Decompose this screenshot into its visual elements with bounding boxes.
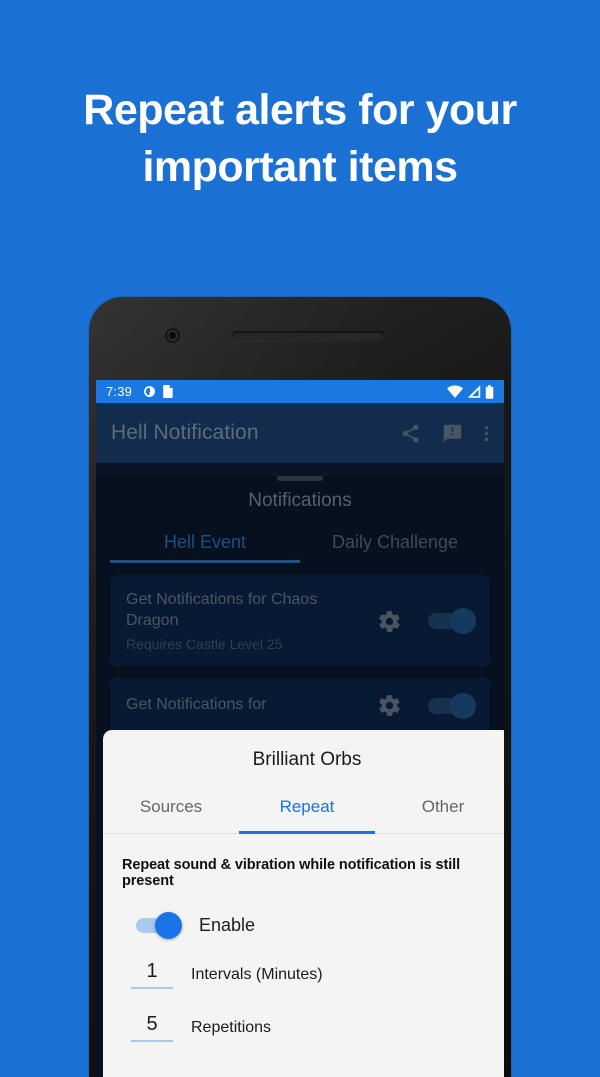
- repeat-description: Repeat sound & vibration while notificat…: [122, 857, 461, 889]
- tab-other-label: Other: [421, 797, 465, 816]
- enable-toggle-thumb: [155, 912, 182, 939]
- app-bar-actions: [400, 423, 489, 444]
- notification-card-title: Get Notifications for Chaos Dragon: [126, 591, 318, 629]
- file-notification-icon: [163, 385, 174, 398]
- bottom-sheet-tabs: Sources Repeat Other: [103, 793, 504, 834]
- tab-repeat[interactable]: Repeat: [239, 793, 375, 834]
- status-bar-notification-icons: [143, 385, 174, 398]
- notification-card-subtitle: Requires Castle Level 25: [126, 636, 283, 653]
- tab-repeat-label: Repeat: [279, 797, 335, 816]
- enable-row[interactable]: Enable: [103, 889, 504, 939]
- enable-toggle[interactable]: [136, 912, 182, 939]
- tab-daily-challenge[interactable]: Daily Challenge: [300, 532, 490, 563]
- promo-headline: Repeat alerts for your important items: [83, 86, 517, 192]
- phone-device-frame: 7:39 Hell Notification Notifications Hel…: [89, 297, 511, 1077]
- intervals-label: Intervals (Minutes): [191, 966, 323, 983]
- cellular-signal-icon: [467, 385, 481, 398]
- repetitions-input[interactable]: 5: [131, 1013, 173, 1042]
- enable-label: Enable: [199, 915, 256, 935]
- status-bar-system-icons: [447, 384, 494, 399]
- notification-card-toggle[interactable]: [428, 692, 476, 719]
- repetitions-label: Repetitions: [191, 1019, 272, 1036]
- notification-card-title: Get Notifications for: [126, 696, 267, 714]
- overflow-menu-icon[interactable]: [484, 423, 489, 444]
- gear-icon[interactable]: [377, 693, 402, 718]
- tab-hell-event-label: Hell Event: [163, 532, 247, 552]
- battery-icon: [485, 384, 494, 399]
- gear-icon[interactable]: [377, 609, 402, 634]
- notification-card[interactable]: Get Notifications for Chaos Dragon Requi…: [110, 575, 490, 667]
- share-icon[interactable]: [400, 423, 421, 444]
- section-title: Notifications: [248, 490, 352, 511]
- status-bar: 7:39: [96, 380, 504, 403]
- earpiece-speaker: [232, 331, 384, 340]
- repetitions-field-row[interactable]: 5 Repetitions: [103, 1013, 504, 1042]
- clock-notification-icon: [143, 385, 156, 398]
- bottom-sheet-title: Brilliant Orbs: [252, 749, 362, 770]
- intervals-input[interactable]: 1: [131, 960, 173, 989]
- notification-card-toggle[interactable]: [428, 608, 476, 635]
- bottom-sheet: Brilliant Orbs Sources Repeat Other Repe…: [103, 730, 504, 1077]
- app-bar: Hell Notification: [96, 403, 504, 463]
- tab-other[interactable]: Other: [375, 793, 504, 833]
- intervals-field-row[interactable]: 1 Intervals (Minutes): [103, 960, 504, 989]
- notification-card-texts: Get Notifications for: [126, 695, 377, 715]
- phone-screen: 7:39 Hell Notification Notifications Hel…: [96, 380, 504, 1077]
- front-camera-icon: [165, 328, 180, 343]
- content-tabs: Hell Event Daily Challenge: [96, 532, 504, 564]
- tab-sources-label: Sources: [139, 797, 203, 816]
- tab-daily-challenge-label: Daily Challenge: [331, 532, 459, 552]
- tab-sources[interactable]: Sources: [103, 793, 239, 833]
- app-title: Hell Notification: [111, 421, 259, 444]
- wifi-icon: [447, 385, 463, 398]
- notification-card-texts: Get Notifications for Chaos Dragon Requi…: [126, 590, 377, 652]
- status-bar-time: 7:39: [106, 384, 133, 399]
- tab-hell-event[interactable]: Hell Event: [110, 532, 300, 564]
- feedback-icon[interactable]: [442, 423, 463, 444]
- sheet-drag-handle[interactable]: [277, 476, 323, 481]
- notification-card[interactable]: Get Notifications for: [110, 678, 490, 733]
